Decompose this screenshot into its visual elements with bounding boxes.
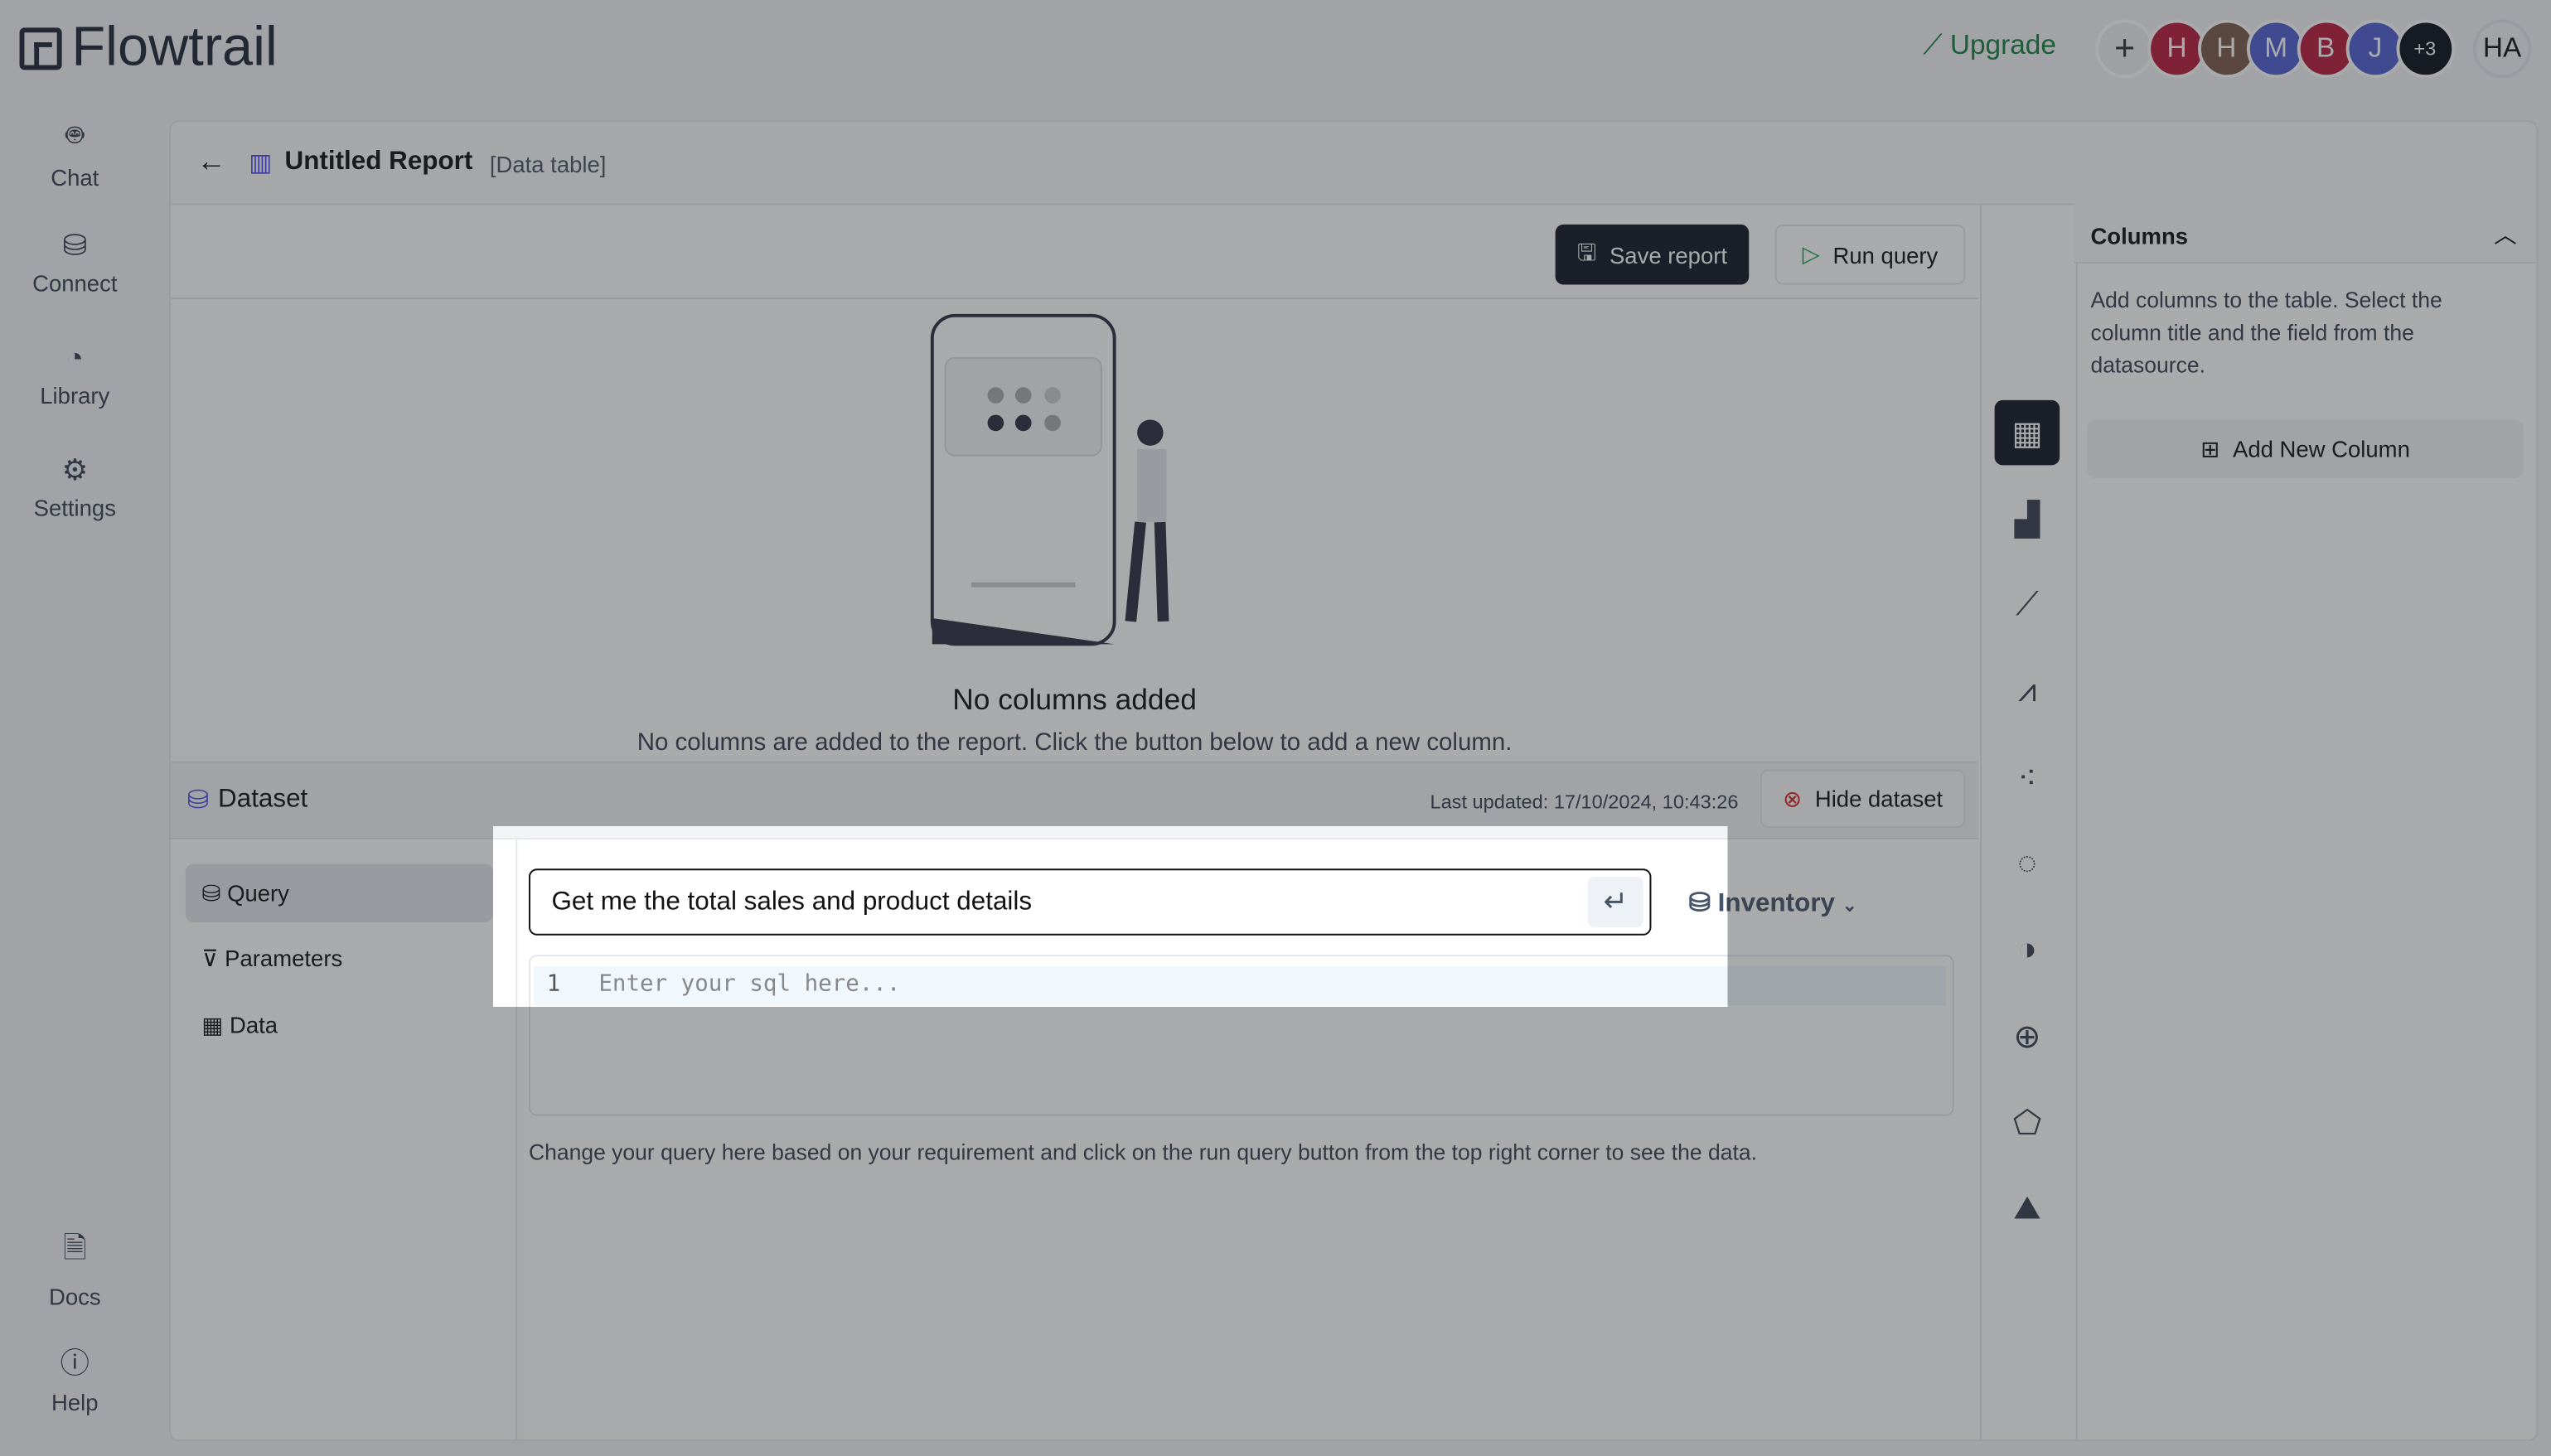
nav-label: Connect (32, 269, 118, 297)
sidebar-item-settings[interactable]: ⚙ Settings (0, 454, 150, 520)
visualization-toolbar: ▦ ▟ ⟋ ⩘ ⁖ ◌ ◑ ⊕ ⬠ ⛰ (1979, 203, 2078, 1440)
save-label: Save report (1609, 241, 1728, 268)
table-icon: ▦ (201, 1011, 230, 1038)
report-icon: ▥ (249, 149, 273, 177)
add-member-button[interactable]: + (2095, 19, 2155, 79)
add-column-label: Add New Column (2233, 436, 2410, 462)
table-chart-icon[interactable]: ▦ (1994, 399, 2060, 466)
columns-header[interactable]: Columns ︿ (2074, 203, 2537, 264)
datasource-select[interactable]: ⛁ Inventory ⌄ (1689, 887, 1857, 919)
app-logo[interactable]: Flowtrail (19, 16, 278, 80)
line-number: 1 (546, 970, 561, 998)
last-updated: Last updated: 17/10/2024, 10:43:26 (1430, 791, 1739, 814)
chevron-up-icon[interactable]: ︿ (2494, 218, 2516, 250)
nav-label: Docs (48, 1283, 101, 1310)
empty-state-illustration (930, 313, 1169, 646)
tab-data[interactable]: ▦ Data (201, 1012, 278, 1039)
save-icon: 🖫 (1576, 238, 1597, 264)
app-name: Flowtrail (71, 16, 278, 79)
sql-editor[interactable]: 1 Enter your sql here... (528, 955, 1954, 1116)
line-chart-icon[interactable]: ⟋ (1995, 573, 2060, 638)
nav-label: Settings (33, 494, 116, 521)
filter-icon: ⊽ (201, 945, 225, 971)
enter-icon[interactable]: ↵ (1587, 877, 1643, 927)
sql-placeholder: Enter your sql here... (598, 970, 901, 998)
nav-label: Help (51, 1389, 99, 1415)
sidebar-item-help[interactable]: ⓘ Help (0, 1341, 150, 1415)
tab-label: Parameters (225, 945, 343, 971)
help-icon: ⓘ (60, 1347, 90, 1380)
play-icon: ▷ (1802, 240, 1820, 267)
pie-icon: ◔ (65, 341, 84, 375)
pie-chart-icon[interactable]: ◑ (1995, 917, 2060, 983)
hide-dataset-button[interactable]: ⊗ Hide dataset (1760, 769, 1966, 829)
tab-query[interactable]: ⛁ Query (185, 863, 493, 923)
query-hint: Change your query here based on your req… (528, 1140, 1757, 1165)
sidebar-item-connect[interactable]: ⛁ Connect (0, 230, 150, 296)
back-arrow-icon[interactable]: ← (197, 145, 226, 179)
report-header: ← ▥ Untitled Report [Data table] (171, 122, 2537, 206)
gear-icon: ⚙ (61, 453, 89, 486)
dataset-header: ⛁ Dataset Last updated: 17/10/2024, 10:4… (171, 761, 1979, 839)
report-title[interactable]: Untitled Report (285, 148, 473, 177)
document-icon: 🗎 (63, 1231, 87, 1265)
database-settings-icon: ⛁ (1688, 889, 1718, 918)
prompt-text: Get me the total sales and product detai… (551, 888, 1033, 917)
area-chart-icon[interactable]: ⛰ (1995, 1176, 2060, 1241)
columns-title: Columns (2090, 222, 2189, 249)
add-column-icon: ⊞ (2200, 435, 2220, 462)
scatter-chart-icon[interactable]: ⁖ (1995, 745, 2060, 810)
user-avatar[interactable]: HA (2472, 19, 2532, 79)
database-icon: ⛁ (62, 229, 88, 263)
sidebar-item-chat[interactable]: 🤖︎ Chat (0, 117, 150, 190)
save-report-button[interactable]: 🖫 Save report (1555, 224, 1750, 285)
sidebar-item-docs[interactable]: 🗎 Docs (0, 1228, 150, 1309)
donut-chart-icon[interactable]: ◌ (1995, 831, 2060, 897)
globe-map-icon[interactable]: ⊕ (1995, 1004, 2060, 1069)
tab-label: Query (227, 879, 289, 907)
close-circle-icon: ⊗ (1783, 785, 1803, 811)
upgrade-button[interactable]: ⟋ Upgrade (1923, 29, 2056, 61)
multi-line-chart-icon[interactable]: ⩘ (1995, 659, 2060, 724)
prompt-input[interactable]: Get me the total sales and product detai… (528, 868, 1652, 936)
radar-chart-icon[interactable]: ⬠ (1995, 1090, 2060, 1155)
nav-label: Chat (51, 164, 99, 191)
bar-chart-icon[interactable]: ▟ (1995, 486, 2060, 552)
member-avatar[interactable]: +3 (2395, 19, 2455, 79)
add-column-button[interactable]: ⊞ Add New Column (2087, 419, 2524, 479)
dataset-icon: ⛁ (186, 787, 210, 815)
chevron-down-icon: ⌄ (1842, 896, 1857, 917)
columns-panel: Columns ︿ Add columns to the table. Sele… (2074, 203, 2537, 1439)
run-query-button[interactable]: ▷ Run query (1774, 224, 1966, 285)
logo-icon (19, 27, 62, 70)
dataset-title: Dataset (218, 786, 308, 814)
robot-icon: 🤖︎ (65, 119, 84, 152)
report-editor: ← ▥ Untitled Report [Data table] 🖫 Save r… (169, 120, 2539, 1442)
empty-title: No columns added (952, 683, 1197, 716)
tab-parameters[interactable]: ⊽ Parameters (201, 946, 342, 973)
tab-label: Data (230, 1011, 278, 1038)
hide-label: Hide dataset (1814, 786, 1944, 812)
nav-label: Library (40, 382, 110, 409)
columns-description: Add columns to the table. Select the col… (2090, 288, 2442, 378)
upgrade-label: Upgrade (1949, 29, 2056, 60)
report-type: [Data table] (489, 151, 607, 177)
sidebar-item-library[interactable]: ◔ Library (0, 341, 150, 408)
wand-icon: ⟋ (1923, 29, 1950, 60)
empty-text: No columns are added to the report. Clic… (637, 728, 1513, 757)
datasource-label: Inventory (1717, 889, 1836, 918)
run-label: Run query (1832, 241, 1939, 268)
